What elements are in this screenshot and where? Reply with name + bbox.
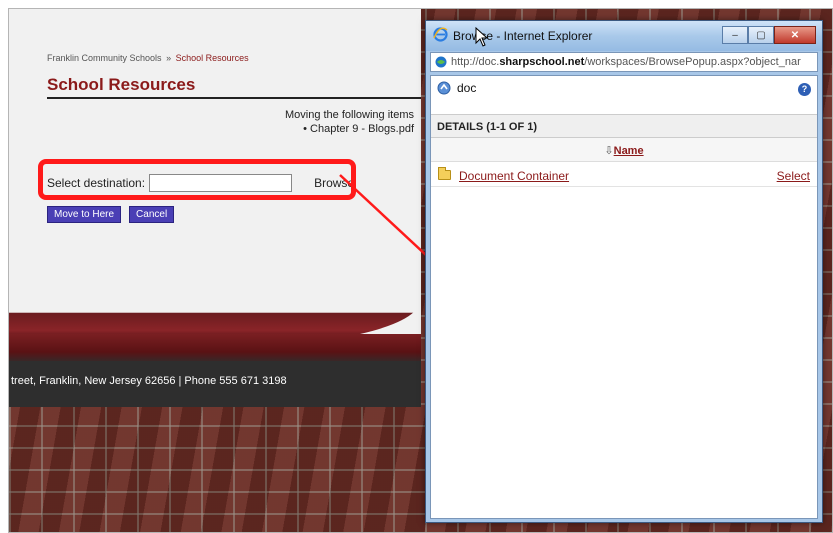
moving-items-block: Moving the following items Chapter 9 - B… <box>249 109 414 135</box>
footer-wave <box>9 334 421 364</box>
sort-arrow-icon: ⇩ <box>604 145 614 157</box>
maximize-button[interactable]: ▢ <box>748 26 774 44</box>
name-column-header[interactable]: ⇩Name <box>431 138 817 162</box>
close-button[interactable]: ✕ <box>774 26 816 44</box>
action-buttons: Move to Here Cancel <box>47 206 175 223</box>
internet-explorer-icon <box>433 27 448 42</box>
moving-item: Chapter 9 - Blogs.pdf <box>249 123 414 135</box>
select-link[interactable]: Select <box>777 169 810 183</box>
moving-label: Moving the following items <box>284 109 414 121</box>
help-icon[interactable]: ? <box>798 83 811 96</box>
table-row: Document Container Select <box>431 165 817 187</box>
footer: treet, Franklin, New Jersey 62656 | Phon… <box>9 361 421 407</box>
window-controls: – ▢ ✕ <box>722 26 816 44</box>
details-header: DETAILS (1-1 OF 1) <box>431 114 817 138</box>
page-title: School Resources <box>47 75 421 99</box>
minimize-button[interactable]: – <box>722 26 748 44</box>
current-folder: doc <box>437 81 476 95</box>
folder-up-icon[interactable] <box>437 81 451 95</box>
breadcrumb-current[interactable]: School Resources <box>176 53 249 63</box>
move-to-here-button[interactable]: Move to Here <box>47 206 122 223</box>
cancel-button[interactable]: Cancel <box>129 206 175 223</box>
name-column-label[interactable]: Name <box>614 145 644 157</box>
breadcrumb-root[interactable]: Franklin Community Schools <box>47 53 162 63</box>
url-prefix: http://doc. <box>451 56 500 68</box>
main-content: Franklin Community Schools » School Reso… <box>9 9 421 344</box>
current-folder-label: doc <box>457 81 477 95</box>
folder-icon <box>438 167 451 180</box>
address-bar[interactable]: http://doc.sharpschool.net/workspaces/Br… <box>430 52 818 72</box>
url-path: /workspaces/BrowsePopup.aspx?object_nar <box>584 56 801 68</box>
mouse-cursor-icon <box>475 27 489 47</box>
url-host: sharpschool.net <box>499 56 585 68</box>
popup-title: Browse - Internet Explorer <box>453 29 593 43</box>
popup-body: doc ? DETAILS (1-1 OF 1) ⇩Name Document … <box>430 75 818 519</box>
breadcrumb: Franklin Community Schools » School Reso… <box>47 53 249 63</box>
browse-popup-window: Browse - Internet Explorer – ▢ ✕ http://… <box>425 20 823 523</box>
folder-link[interactable]: Document Container <box>459 169 569 183</box>
highlight-box <box>38 159 356 200</box>
breadcrumb-separator: » <box>166 53 172 63</box>
globe-icon <box>435 56 447 68</box>
